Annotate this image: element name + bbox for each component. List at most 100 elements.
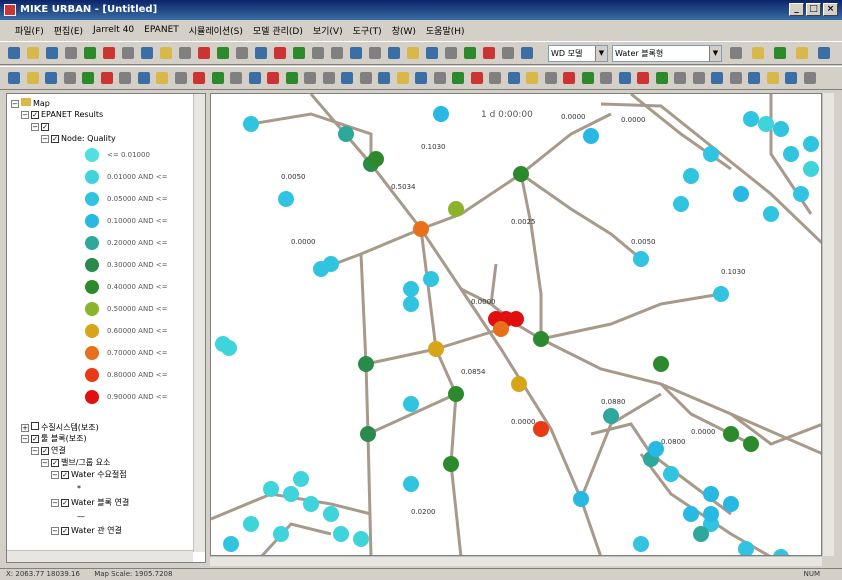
network-node-49[interactable]: [673, 196, 689, 212]
toolbar2-icon-15[interactable]: [285, 72, 298, 84]
network-node-34[interactable]: [703, 486, 719, 502]
pipe-22[interactable]: [639, 453, 771, 556]
tree-group3[interactable]: − ✓ 툴 블록(보조): [21, 434, 87, 444]
toolbar2-icon-8[interactable]: [156, 72, 168, 84]
checkbox[interactable]: ✓: [41, 123, 49, 131]
menu-item-4[interactable]: 시뮬레이션(S): [184, 24, 248, 37]
map-horizontal-scrollbar[interactable]: [210, 556, 822, 566]
toolbar2-icon-5[interactable]: [100, 72, 113, 84]
toolbar2-icon-16[interactable]: [304, 72, 316, 84]
network-node-69[interactable]: [353, 531, 369, 547]
toolbar1-icon-8[interactable]: [160, 47, 172, 59]
toolbar2-icon-2[interactable]: [45, 72, 57, 84]
menu-item-7[interactable]: 도구(T): [348, 24, 387, 37]
layer-combo[interactable]: Water 블록형 ▼: [612, 45, 722, 62]
toolbar2-icon-23[interactable]: [433, 72, 446, 84]
toolbar1-right-icon-0[interactable]: [730, 47, 742, 59]
toolbar2-icon-24[interactable]: [452, 72, 464, 84]
toolbar1-icon-6[interactable]: [122, 47, 134, 59]
collapse-icon[interactable]: −: [31, 123, 39, 131]
network-node-53[interactable]: [683, 506, 699, 522]
toolbar1-icon-18[interactable]: [350, 47, 362, 59]
network-node-4[interactable]: [433, 106, 449, 122]
toolbar2-icon-30[interactable]: [563, 72, 575, 84]
network-node-1[interactable]: [338, 126, 354, 142]
toolbar2-icon-4[interactable]: [82, 72, 94, 84]
toolbar1-icon-14[interactable]: [274, 47, 286, 59]
toolbar2-icon-1[interactable]: [26, 72, 39, 84]
menu-item-0[interactable]: 파일(F): [10, 24, 49, 37]
tree-item2[interactable]: − ✓ Water 블록 연결: [51, 498, 129, 508]
checkbox[interactable]: [31, 422, 39, 430]
toolbar2-icon-26[interactable]: [489, 72, 501, 84]
pipe-16[interactable]: [600, 102, 822, 245]
toolbar1-icon-15[interactable]: [293, 47, 305, 59]
toolbar1-icon-26[interactable]: [502, 47, 514, 59]
toolbar1-icon-1[interactable]: [27, 47, 39, 59]
tree-root[interactable]: − Map: [11, 98, 50, 109]
network-node-55[interactable]: [723, 496, 739, 512]
collapse-icon[interactable]: −: [21, 111, 29, 119]
toolbar2-icon-13[interactable]: [248, 72, 261, 84]
pipe-7[interactable]: [540, 337, 822, 455]
network-node-5[interactable]: [278, 191, 294, 207]
toolbar2-icon-0[interactable]: [8, 72, 20, 84]
toolbar2-icon-3[interactable]: [63, 72, 76, 84]
tree-item1[interactable]: − ✓ Water 수요절점: [51, 470, 127, 480]
checkbox[interactable]: ✓: [61, 499, 69, 507]
toolbar1-icon-0[interactable]: [8, 47, 20, 59]
toolbar2-icon-32[interactable]: [600, 72, 612, 84]
network-node-21[interactable]: [511, 376, 527, 392]
pipe-12[interactable]: [519, 173, 543, 339]
network-node-37[interactable]: [403, 476, 419, 492]
checkbox[interactable]: ✓: [31, 111, 39, 119]
menu-item-1[interactable]: 편집(E): [49, 24, 88, 37]
toolbar1-icon-7[interactable]: [141, 47, 153, 59]
network-node-52[interactable]: [763, 206, 779, 222]
network-node-40[interactable]: [583, 128, 599, 144]
toolbar2-icon-7[interactable]: [137, 72, 150, 84]
network-node-28[interactable]: [713, 286, 729, 302]
toolbar1-icon-2[interactable]: [46, 47, 58, 59]
network-node-58[interactable]: [738, 541, 754, 556]
tree-group5[interactable]: − ✓ 밸브/그룹 요소: [41, 458, 110, 468]
network-node-3[interactable]: [368, 151, 384, 167]
network-node-42[interactable]: [758, 116, 774, 132]
tree-item3[interactable]: − ✓ Water 관 연결: [51, 526, 122, 536]
map-view[interactable]: 0.0000 0.0000 0.0050 0.5034 0.1030 0.0025 0.00…: [210, 93, 822, 556]
network-node-18[interactable]: [508, 311, 524, 327]
network-node-14[interactable]: [428, 341, 444, 357]
menu-item-5[interactable]: 모델 관리(D): [248, 24, 308, 37]
toolbar2-icon-39[interactable]: [729, 72, 742, 84]
collapse-icon[interactable]: −: [41, 459, 49, 467]
toolbar1-right-icon-2[interactable]: [774, 47, 786, 59]
tree-group4[interactable]: − ✓ 연결: [31, 446, 66, 456]
collapse-icon[interactable]: −: [51, 527, 59, 535]
network-node-63[interactable]: [323, 506, 339, 522]
toolbar2-icon-29[interactable]: [544, 72, 557, 84]
minimize-button[interactable]: _: [789, 3, 804, 16]
network-node-51[interactable]: [803, 136, 819, 152]
network-node-20[interactable]: [533, 331, 549, 347]
menu-item-8[interactable]: 창(W): [387, 24, 421, 37]
toolbar1-right-icon-1[interactable]: [752, 47, 764, 59]
network-node-45[interactable]: [803, 161, 819, 177]
map-vertical-scrollbar[interactable]: [822, 93, 834, 556]
network-node-56[interactable]: [693, 526, 709, 542]
toolbar2-icon-40[interactable]: [748, 72, 760, 84]
tree-node-quality[interactable]: − ✓ Node: Quality: [41, 134, 116, 144]
toolbar1-icon-16[interactable]: [312, 47, 324, 59]
network-node-30[interactable]: [723, 426, 739, 442]
network-node-12[interactable]: [403, 296, 419, 312]
checkbox[interactable]: ✓: [61, 471, 69, 479]
toolbar1-icon-21[interactable]: [407, 47, 419, 59]
toolbar1-icon-12[interactable]: [236, 47, 248, 59]
close-button[interactable]: ×: [823, 3, 838, 16]
toolbar2-icon-21[interactable]: [396, 72, 409, 84]
pipe-10[interactable]: [520, 172, 642, 261]
toolbar1-icon-13[interactable]: [255, 47, 267, 59]
collapse-icon[interactable]: −: [51, 499, 59, 507]
toolbar1-icon-27[interactable]: [521, 47, 533, 59]
network-node-67[interactable]: [333, 526, 349, 542]
toolbar1-icon-25[interactable]: [483, 47, 495, 59]
